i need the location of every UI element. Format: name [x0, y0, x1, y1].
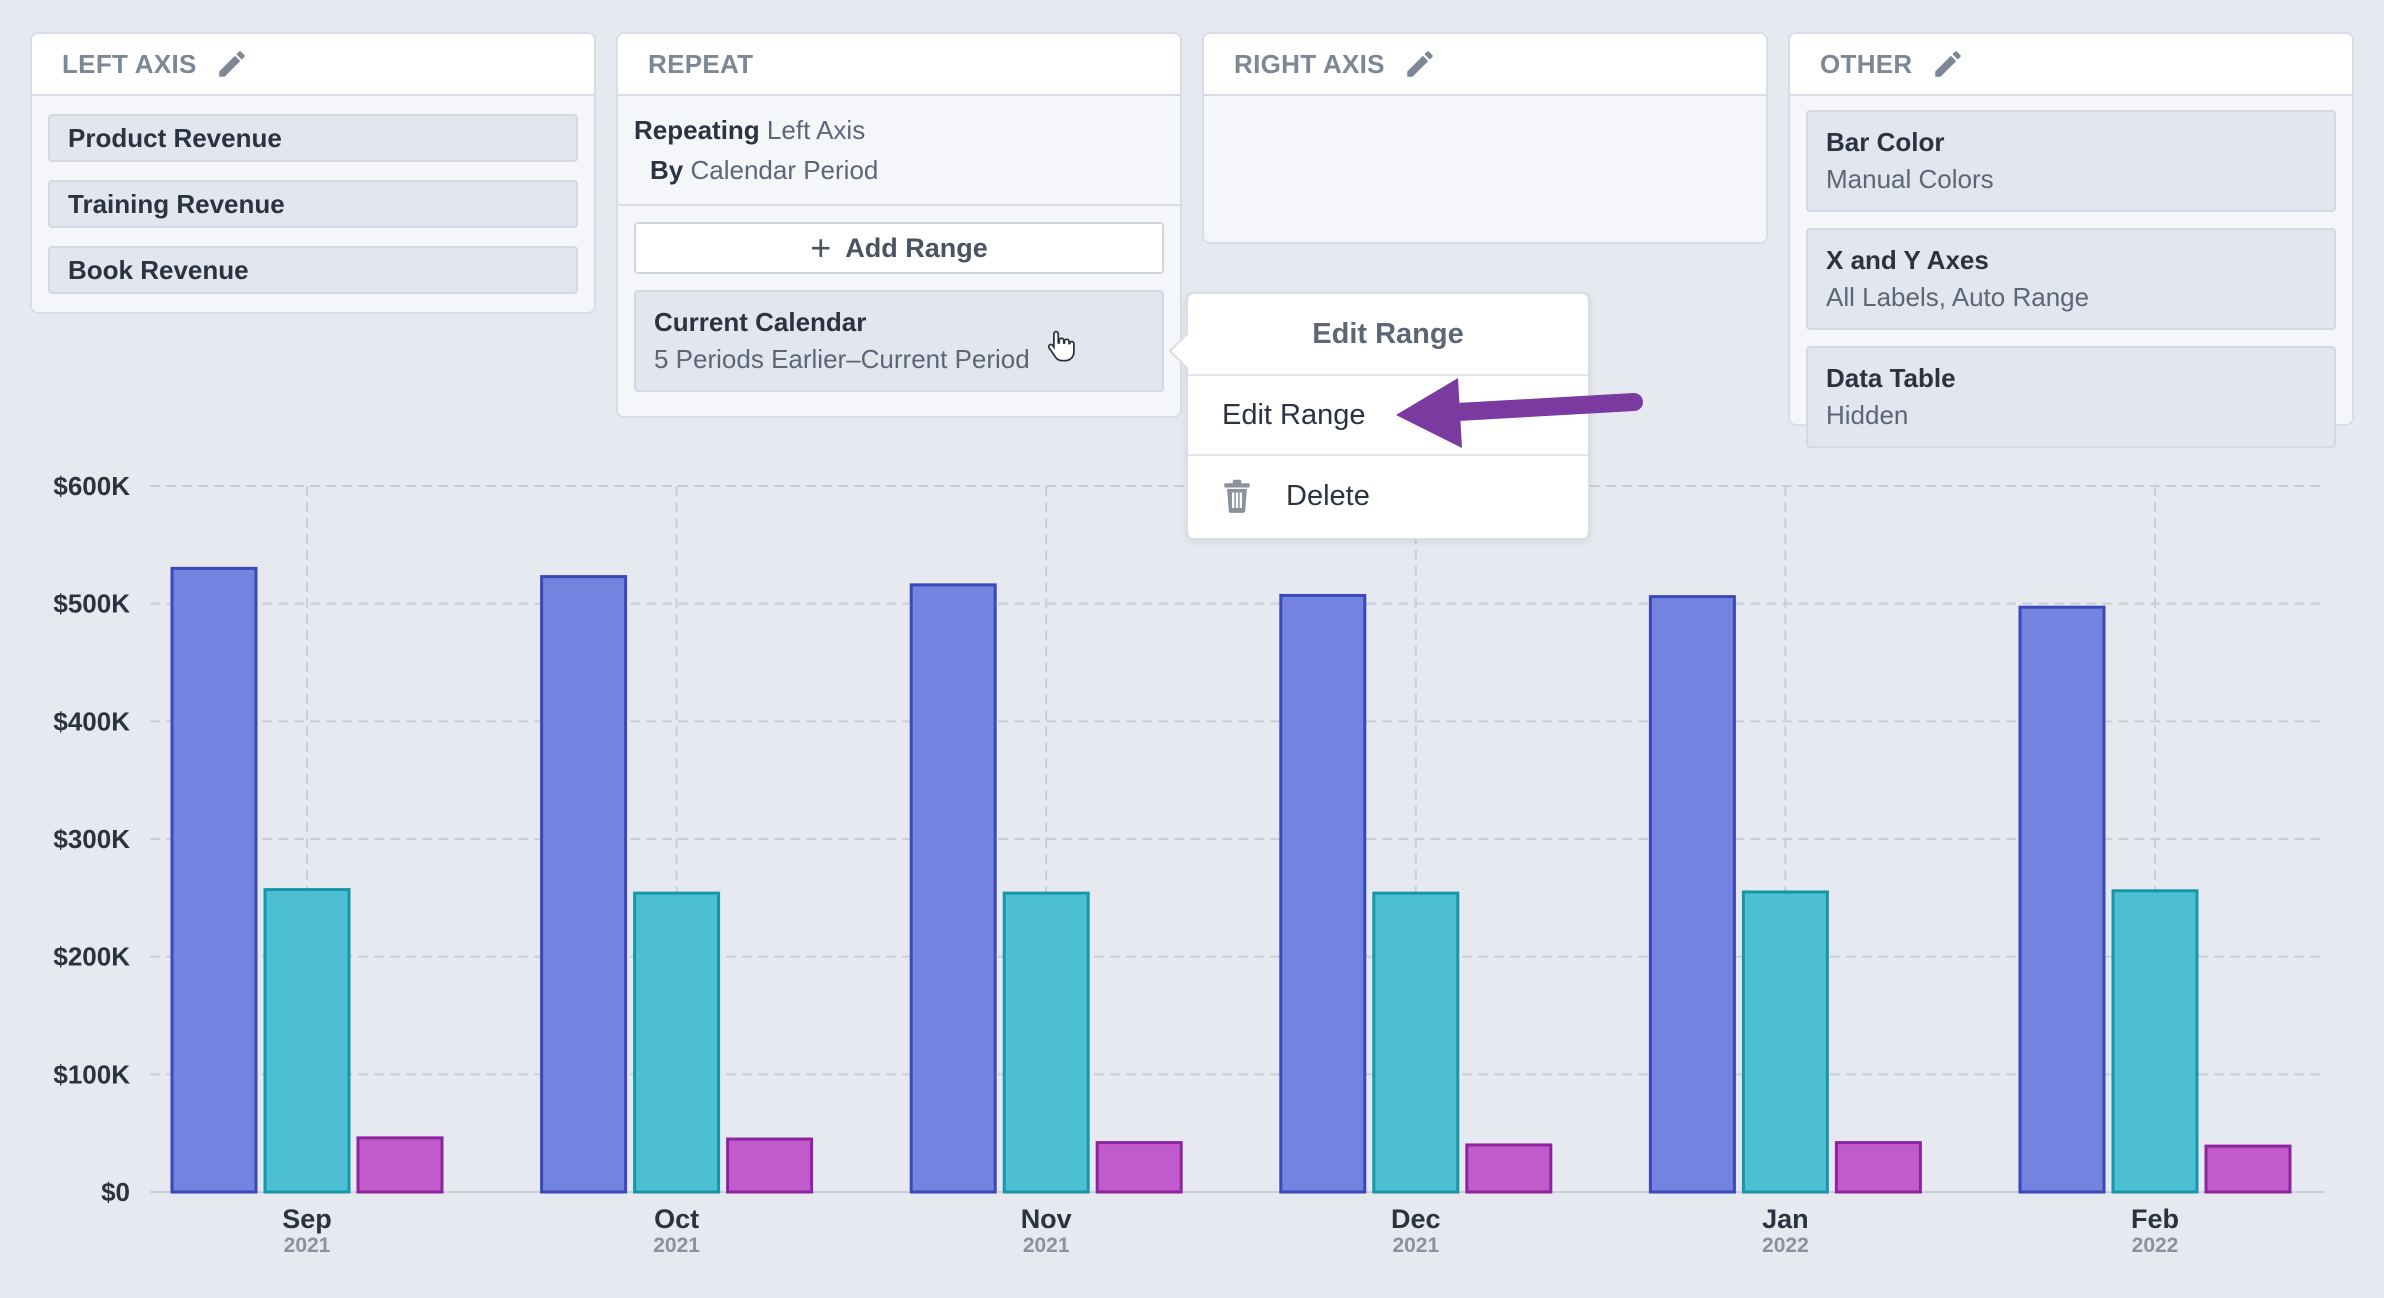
menu-item-label: Delete	[1286, 479, 1370, 512]
bar	[2111, 889, 2199, 1194]
y-tick-label: $100K	[53, 1059, 130, 1089]
menu-item-label: Edit Range	[1222, 398, 1366, 431]
x-tick-sublabel: 2021	[1392, 1234, 1439, 1257]
x-tick-sublabel: 2021	[1023, 1234, 1070, 1257]
x-tick-sublabel: 2021	[284, 1234, 331, 1257]
y-tick-label: $0	[101, 1177, 130, 1207]
x-tick-sublabel: 2022	[2132, 1234, 2179, 1257]
bar	[2018, 605, 2106, 1194]
bar	[1834, 1141, 1922, 1194]
bar	[726, 1137, 814, 1194]
y-tick-label: $500K	[53, 589, 130, 619]
x-tick-label: Jan	[1762, 1204, 1809, 1234]
bar	[263, 888, 351, 1194]
bar	[1465, 1143, 1553, 1194]
bar	[1741, 890, 1829, 1194]
bar	[1095, 1141, 1183, 1194]
bar-chart: $0$100K$200K$300K$400K$500K$600KSep2021O…	[53, 471, 2325, 1257]
bar	[1279, 593, 1367, 1194]
menu-item-delete[interactable]: Delete	[1188, 456, 1588, 536]
x-tick-sublabel: 2022	[1762, 1234, 1809, 1257]
edit-range-menu: Edit Range Edit Range Delete	[1168, 292, 1590, 540]
bar	[1002, 891, 1090, 1194]
y-tick-label: $300K	[53, 824, 130, 854]
y-tick-label: $200K	[53, 942, 130, 972]
y-tick-label: $400K	[53, 706, 130, 736]
x-tick-label: Sep	[282, 1204, 332, 1234]
bar	[540, 575, 628, 1194]
x-tick-label: Nov	[1021, 1204, 1072, 1234]
bar	[1648, 595, 1736, 1194]
bar	[633, 891, 721, 1194]
bar	[170, 566, 258, 1194]
x-tick-sublabel: 2021	[653, 1234, 700, 1257]
bar	[356, 1136, 444, 1194]
bar	[1372, 891, 1460, 1194]
menu-item-edit-range[interactable]: Edit Range	[1188, 376, 1588, 456]
bar	[2204, 1144, 2292, 1194]
x-tick-label: Dec	[1391, 1204, 1441, 1234]
x-tick-label: Oct	[654, 1204, 699, 1234]
y-tick-label: $600K	[53, 471, 130, 501]
trash-icon	[1224, 479, 1250, 513]
menu-header: Edit Range	[1188, 294, 1588, 376]
bar	[909, 583, 997, 1194]
x-tick-label: Feb	[2131, 1204, 2179, 1234]
